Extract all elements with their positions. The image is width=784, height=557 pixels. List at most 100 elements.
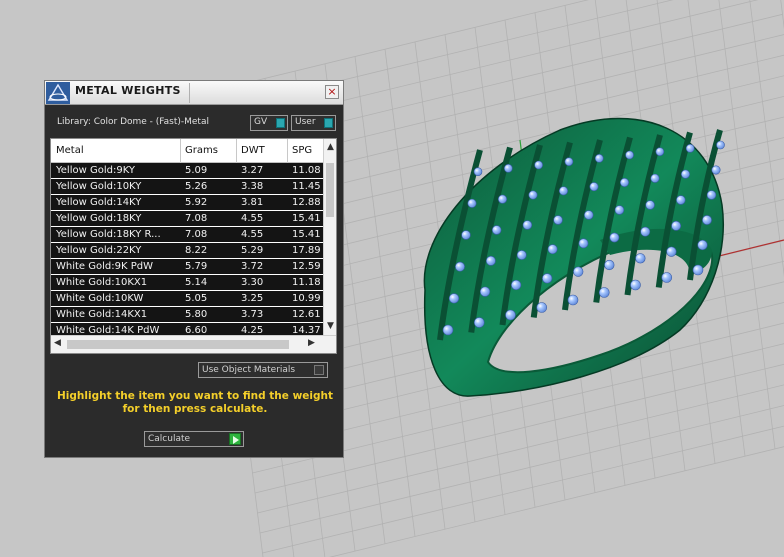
column-header-spg[interactable]: SPG (292, 145, 312, 156)
gemstone (455, 261, 465, 272)
table-row[interactable]: Yellow Gold:22KY 8.22 5.29 17.89 (51, 243, 323, 259)
gemstone (522, 220, 533, 230)
use-object-materials-checkbox[interactable] (314, 365, 324, 375)
metal-weights-panel: METAL WEIGHTS × Library: Color Dome - (F… (44, 80, 344, 458)
use-object-materials-button[interactable]: Use Object Materials (198, 362, 328, 378)
cell-dwt: 3.73 (241, 309, 264, 320)
gemstone (604, 259, 615, 271)
table-row[interactable]: White Gold:9K PdW 5.79 3.72 12.59 (51, 259, 323, 275)
table-row[interactable]: White Gold:10KW 5.05 3.25 10.99 (51, 291, 323, 307)
gv-toggle-label: GV (254, 117, 268, 127)
cell-grams: 7.08 (185, 213, 208, 224)
gemstone (558, 186, 568, 196)
table-row[interactable]: Yellow Gold:9KY 5.09 3.27 11.08 (51, 163, 323, 179)
calculate-button[interactable]: Calculate (144, 431, 244, 447)
gemstone (645, 200, 655, 210)
cell-metal: White Gold:10KX1 (56, 277, 148, 288)
cell-metal: Yellow Gold:9KY (56, 165, 135, 176)
cell-metal: White Gold:14KX1 (56, 309, 148, 320)
user-toggle-button[interactable] (324, 118, 333, 128)
library-label: Library: Color Dome - (Fast)-Metal (57, 117, 209, 127)
vertical-scroll-thumb[interactable] (326, 163, 334, 217)
scroll-down-icon[interactable]: ▼ (324, 321, 336, 331)
cell-dwt: 5.29 (241, 245, 264, 256)
cell-spg: 10.99 (292, 293, 321, 304)
cell-spg: 11.45 (292, 181, 321, 192)
gemstone (671, 220, 682, 231)
cell-metal: Yellow Gold:18KY (56, 213, 142, 224)
gemstone (473, 317, 485, 328)
cell-dwt: 3.72 (241, 261, 264, 272)
play-icon[interactable] (229, 433, 241, 445)
gv-toggle-button[interactable] (276, 118, 285, 128)
gemstone (716, 140, 725, 150)
gemstone (511, 279, 522, 291)
gemstone (692, 264, 704, 276)
cell-dwt: 4.25 (241, 325, 264, 335)
cell-metal: White Gold:14K PdW (56, 325, 160, 335)
instructions-line-2: for then press calculate. (122, 403, 268, 415)
scroll-left-icon[interactable]: ◀ (51, 338, 64, 348)
vertical-scrollbar[interactable]: ▲ ▼ (323, 139, 336, 335)
gemstone (676, 195, 686, 205)
user-toggle[interactable]: User (291, 115, 336, 131)
table-row[interactable]: White Gold:10KX1 5.14 3.30 11.18 (51, 275, 323, 291)
gemstone (536, 302, 548, 313)
cell-grams: 5.05 (185, 293, 208, 304)
table-row[interactable]: White Gold:14K PdW 6.60 4.25 14.37 (51, 323, 323, 335)
gemstone (640, 226, 651, 237)
cell-grams: 5.09 (185, 165, 208, 176)
cell-spg: 12.59 (292, 261, 321, 272)
cell-spg: 11.18 (292, 277, 321, 288)
cell-grams: 5.80 (185, 309, 208, 320)
gemstone (650, 173, 660, 183)
gemstone (479, 286, 491, 297)
gemstone (442, 324, 454, 336)
gemstone (516, 250, 527, 260)
gemstone (661, 272, 673, 283)
table-row[interactable]: Yellow Gold:18KY R... 7.08 4.55 15.41 (51, 227, 323, 243)
cell-spg: 15.41 (292, 213, 321, 224)
cell-metal: White Gold:9K PdW (56, 261, 153, 272)
cell-grams: 7.08 (185, 229, 208, 240)
horizontal-scroll-thumb[interactable] (67, 340, 289, 349)
gemstone (589, 182, 599, 192)
cell-grams: 5.14 (185, 277, 208, 288)
column-header-grams[interactable]: Grams (185, 145, 218, 156)
cell-grams: 5.26 (185, 181, 208, 192)
cell-metal: Yellow Gold:14KY (56, 197, 142, 208)
gemstone (567, 294, 579, 306)
gemstone (448, 293, 460, 304)
scroll-up-icon[interactable]: ▲ (324, 142, 336, 152)
gemstone (614, 205, 625, 215)
gemstone (685, 144, 695, 153)
app-logo-icon (46, 82, 70, 104)
gemstone (697, 239, 708, 251)
gemstone (564, 157, 574, 166)
horizontal-scrollbar[interactable]: ◀ ▶ (51, 335, 336, 353)
table-row[interactable]: Yellow Gold:18KY 7.08 4.55 15.41 (51, 211, 323, 227)
gemstone (553, 215, 563, 225)
column-header-dwt[interactable]: DWT (241, 145, 265, 156)
gemstone (625, 150, 634, 160)
instructions-line-1: Highlight the item you want to find the … (57, 390, 333, 402)
panel-titlebar[interactable]: METAL WEIGHTS × (45, 81, 343, 105)
close-icon[interactable]: × (325, 85, 339, 99)
gemstone (534, 160, 543, 170)
gemstone (598, 287, 610, 298)
gemstone (609, 232, 620, 243)
cell-spg: 15.41 (292, 229, 321, 240)
table-row[interactable]: White Gold:14KX1 5.80 3.73 12.61 (51, 307, 323, 323)
title-divider (189, 83, 190, 103)
cell-dwt: 4.55 (241, 213, 264, 224)
table-row[interactable]: Yellow Gold:14KY 5.92 3.81 12.88 (51, 195, 323, 211)
cell-dwt: 3.25 (241, 293, 264, 304)
table-row[interactable]: Yellow Gold:10KY 5.26 3.38 11.45 (51, 179, 323, 195)
gemstone (497, 194, 507, 204)
metal-table[interactable]: Metal Grams DWT SPG Yellow Gold:9KY 5.09 3… (50, 138, 337, 354)
gv-toggle[interactable]: GV (250, 115, 288, 131)
column-header-metal[interactable]: Metal (56, 145, 84, 156)
gemstone (542, 273, 553, 284)
scroll-right-icon[interactable]: ▶ (305, 338, 318, 348)
gemstone (578, 238, 589, 249)
